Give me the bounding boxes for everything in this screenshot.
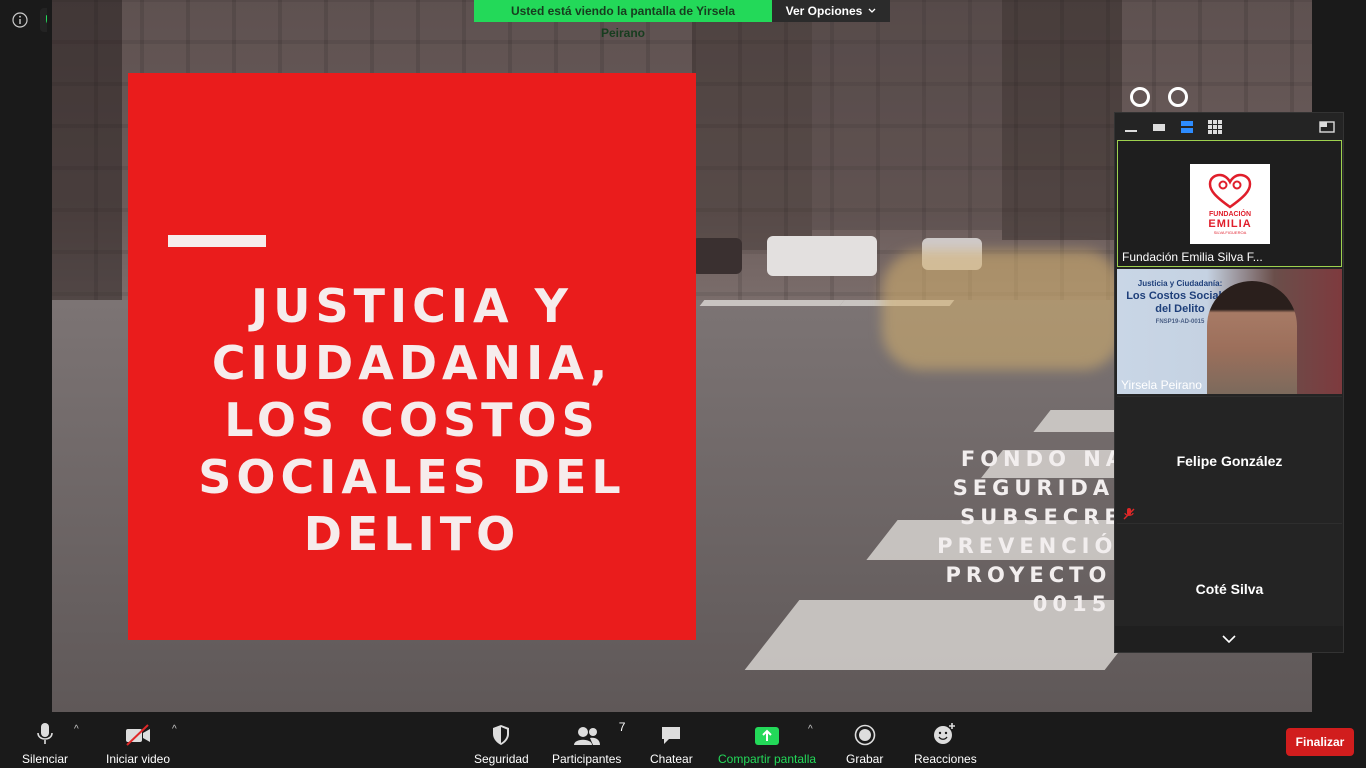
hide-panel-icon[interactable] xyxy=(1319,120,1335,134)
participants-button[interactable]: 7 Participantes xyxy=(552,720,625,766)
record-icon xyxy=(854,724,875,746)
share-screen-label: Compartir pantalla xyxy=(718,752,817,766)
chevron-down-icon xyxy=(868,8,876,13)
participant-video xyxy=(1207,281,1297,394)
muted-mic-icon xyxy=(1122,507,1136,521)
share-options-caret-icon[interactable]: ^ xyxy=(808,724,813,735)
gallery-view-icon[interactable] xyxy=(1207,119,1223,134)
reactions-smiley-icon xyxy=(934,723,956,744)
fundacion-logo: FUNDACIÓN EMILIA SILVA FIGUEROA xyxy=(1190,164,1270,244)
meeting-controls-toolbar: Silenciar ^ Iniciar video ^ Seguridad 7 … xyxy=(0,716,1366,768)
chevron-down-icon xyxy=(1222,635,1236,643)
chat-bubble-icon xyxy=(662,727,681,744)
participants-count: 7 xyxy=(618,720,626,734)
title-card: JUSTICIA Y CIUDADANIA, LOS COSTOS SOCIAL… xyxy=(128,73,696,640)
participant-name: Yirsela Peirano xyxy=(1121,378,1202,392)
end-meeting-button[interactable]: Finalizar xyxy=(1286,728,1354,756)
meeting-info-icon[interactable] xyxy=(8,8,32,32)
logo-line: EMILIA xyxy=(1208,218,1252,230)
logo-line: FUNDACIÓN xyxy=(1209,211,1251,218)
video-off-icon xyxy=(126,724,151,746)
start-video-button[interactable]: Iniciar video xyxy=(106,720,170,766)
video-options-caret-icon[interactable]: ^ xyxy=(172,724,177,735)
mute-button[interactable]: Silenciar xyxy=(22,720,68,766)
reactions-label: Reacciones xyxy=(914,752,977,766)
share-screen-button[interactable]: Compartir pantalla xyxy=(718,720,816,766)
participants-icon xyxy=(573,727,600,745)
logo-line: SILVA FIGUEROA xyxy=(1213,230,1247,235)
panel-view-toolbar xyxy=(1115,113,1343,140)
participant-name: Fundación Emilia Silva F... xyxy=(1122,250,1263,264)
view-options-button[interactable]: Ver Opciones xyxy=(772,0,890,22)
security-button[interactable]: Seguridad xyxy=(474,720,529,766)
minimize-icon[interactable] xyxy=(1123,120,1139,134)
participants-label: Participantes xyxy=(552,752,622,766)
screen-share-banner: Usted está viendo la pantalla de Yirsela… xyxy=(474,0,890,40)
hearts-logo-icon xyxy=(1208,173,1252,209)
participant-name: Coté Silva xyxy=(1195,581,1264,597)
reactions-button[interactable]: Reacciones xyxy=(914,720,977,766)
slide-decoration-circle xyxy=(1168,87,1188,107)
record-button[interactable]: Grabar xyxy=(846,720,883,766)
participant-tile[interactable]: Felipe González xyxy=(1117,396,1342,521)
participant-tile[interactable]: FUNDACIÓN EMILIA SILVA FIGUEROA Fundació… xyxy=(1117,140,1342,267)
view-options-label: Ver Opciones xyxy=(785,4,863,18)
microphone-icon xyxy=(37,723,53,744)
video-label: Iniciar video xyxy=(106,752,171,766)
sharing-status-text: Usted está viendo la pantalla de Yirsela… xyxy=(474,0,772,40)
security-label: Seguridad xyxy=(474,752,529,766)
participant-tile[interactable]: Coté Silva xyxy=(1117,523,1342,627)
chat-label: Chatear xyxy=(650,752,693,766)
title-accent-bar xyxy=(168,235,266,247)
slide-decoration-circle xyxy=(1130,87,1150,107)
chat-button[interactable]: Chatear xyxy=(650,720,693,766)
record-label: Grabar xyxy=(846,752,884,766)
slide-title: JUSTICIA Y CIUDADANIA, LOS COSTOS SOCIAL… xyxy=(198,279,626,561)
scroll-down-button[interactable] xyxy=(1115,626,1343,652)
slide-line: Justicia y Ciudadanía: xyxy=(1137,279,1223,288)
participant-video-panel: FUNDACIÓN EMILIA SILVA FIGUEROA Fundació… xyxy=(1114,112,1344,653)
audio-options-caret-icon[interactable]: ^ xyxy=(74,724,79,735)
shield-icon xyxy=(493,725,510,745)
share-screen-icon xyxy=(755,727,780,745)
filmstrip-view-icon[interactable] xyxy=(1179,120,1195,134)
participant-name: Felipe González xyxy=(1176,453,1283,469)
speaker-view-icon[interactable] xyxy=(1151,120,1167,134)
participant-tile[interactable]: Justicia y Ciudadanía: Los Costos Social… xyxy=(1117,269,1342,394)
mute-label: Silenciar xyxy=(22,752,69,766)
